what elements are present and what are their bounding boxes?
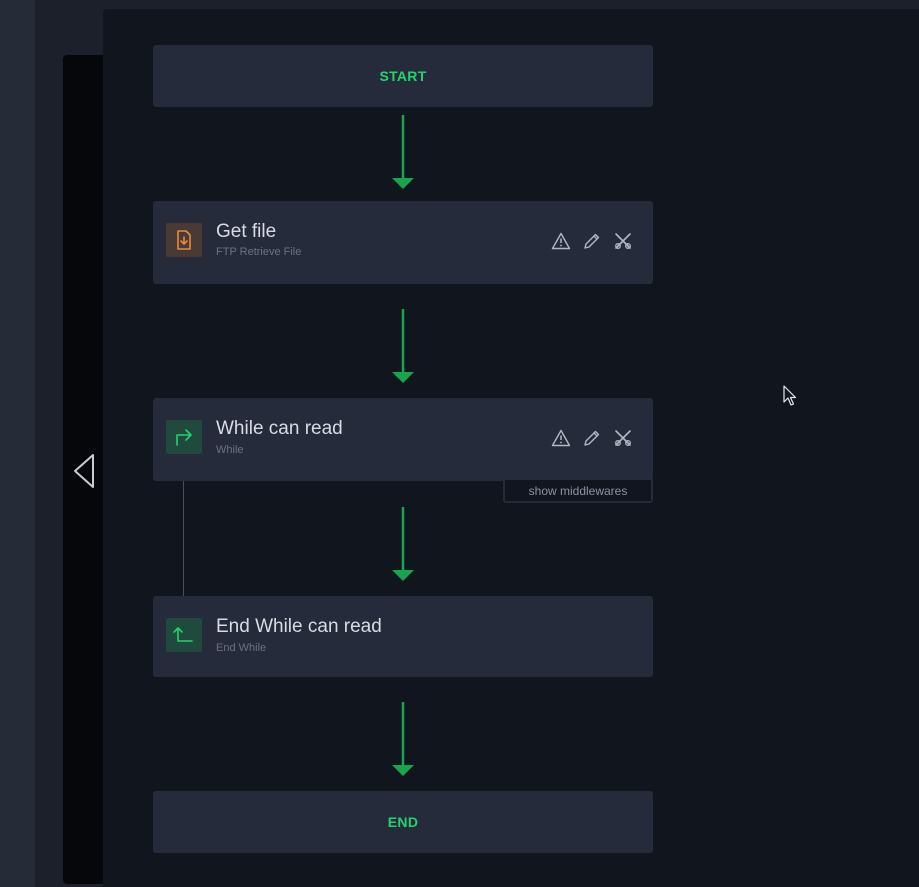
- loop-end-icon: [166, 618, 202, 652]
- start-label: START: [379, 68, 427, 84]
- tools-icon[interactable]: [612, 230, 634, 252]
- edit-icon[interactable]: [581, 230, 603, 252]
- end-node[interactable]: END: [153, 791, 653, 853]
- step-while-can-read[interactable]: While can read While: [153, 398, 653, 481]
- flow-arrow: [392, 309, 414, 383]
- collapse-panel-button[interactable]: [70, 452, 100, 490]
- step-title: Get file: [216, 221, 277, 242]
- step-end-while[interactable]: End While can read End While: [153, 596, 653, 677]
- flow-arrow: [392, 507, 414, 581]
- end-label: END: [387, 814, 419, 830]
- warning-icon[interactable]: [550, 427, 572, 449]
- step-title: While can read: [216, 418, 343, 439]
- left-strip: [0, 0, 35, 887]
- edit-icon[interactable]: [581, 427, 603, 449]
- loop-connector-line: [183, 481, 184, 596]
- warning-icon[interactable]: [550, 230, 572, 252]
- tools-icon[interactable]: [612, 427, 634, 449]
- step-get-file[interactable]: Get file FTP Retrieve File: [153, 201, 653, 284]
- step-title: End While can read: [216, 616, 382, 637]
- start-node[interactable]: START: [153, 45, 653, 107]
- flow-arrow: [392, 702, 414, 776]
- show-middlewares-button[interactable]: show middlewares: [503, 480, 653, 503]
- chevron-left-icon: [74, 454, 94, 488]
- step-subtitle: End While: [216, 642, 267, 654]
- mouse-cursor-icon: [783, 385, 797, 406]
- loop-start-icon: [166, 420, 202, 454]
- file-download-icon: [166, 223, 202, 257]
- flow-arrow: [392, 115, 414, 189]
- step-subtitle: FTP Retrieve File: [216, 246, 302, 258]
- step-subtitle: While: [216, 444, 244, 456]
